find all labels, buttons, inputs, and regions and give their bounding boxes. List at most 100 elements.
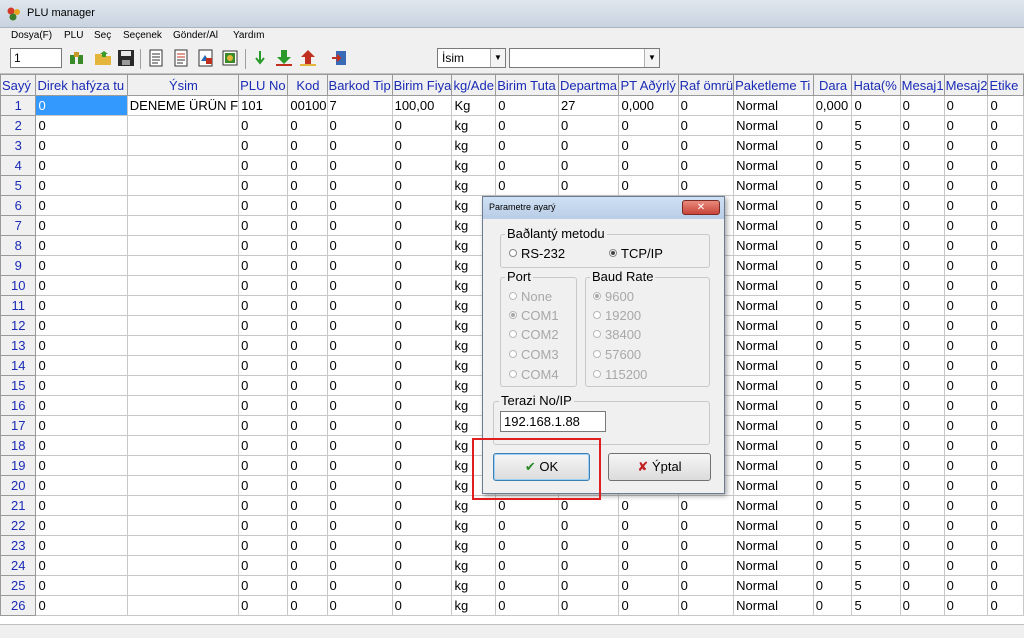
table-cell[interactable]	[126, 435, 240, 456]
table-cell[interactable]	[126, 335, 240, 356]
table-cell[interactable]: Normal	[733, 95, 814, 116]
table-cell[interactable]: 0	[987, 475, 1024, 496]
table-cell[interactable]: 0	[899, 315, 945, 336]
table-cell[interactable]: 0	[943, 275, 989, 296]
table-cell[interactable]: 5	[851, 375, 901, 396]
table-cell[interactable]: 5	[851, 175, 901, 196]
table-cell[interactable]: 0	[326, 255, 393, 276]
table-cell[interactable]: 0	[326, 235, 393, 256]
table-cell[interactable]: 0	[557, 175, 620, 196]
table-row[interactable]: 25 0 0 0 0 0 kg 0 0 0 0 Normal 0 5 0 0 0	[0, 575, 1024, 596]
table-cell[interactable]: 0	[812, 395, 853, 416]
table-cell[interactable]: 0	[238, 575, 289, 596]
table-cell[interactable]: 0	[287, 515, 328, 536]
radio-rs232[interactable]: RS-232	[509, 246, 565, 261]
column-header[interactable]: Direk hafýza tu	[35, 74, 128, 96]
table-cell[interactable]: 0	[987, 275, 1024, 296]
table-cell[interactable]: 0	[326, 175, 393, 196]
table-cell[interactable]: 0	[987, 235, 1024, 256]
table-cell[interactable]: 5	[851, 215, 901, 236]
table-cell[interactable]: 0	[287, 215, 328, 236]
table-cell[interactable]: 0	[899, 335, 945, 356]
table-cell[interactable]: 0	[287, 135, 328, 156]
table-cell[interactable]: 5	[851, 235, 901, 256]
table-cell[interactable]: 0	[943, 555, 989, 576]
table-row[interactable]: 4 0 0 0 0 0 kg 0 0 0 0 Normal 0 5 0 0 0	[0, 155, 1024, 176]
table-cell[interactable]: 0	[287, 315, 328, 336]
table-cell[interactable]: Normal	[733, 475, 814, 496]
table-cell[interactable]: 0	[287, 115, 328, 136]
table-cell[interactable]: 0	[812, 515, 853, 536]
table-cell[interactable]: DENEME ÜRÜN F	[126, 95, 240, 116]
table-cell[interactable]: 0	[987, 575, 1024, 596]
table-cell[interactable]: 5	[851, 575, 901, 596]
table-row[interactable]: 2 0 0 0 0 0 kg 0 0 0 0 Normal 0 5 0 0 0	[0, 115, 1024, 136]
table-cell[interactable]: 0	[287, 175, 328, 196]
table-cell[interactable]: 0	[35, 475, 128, 496]
download-icon[interactable]	[275, 49, 293, 67]
table-cell[interactable]: 0	[238, 495, 289, 516]
table-cell[interactable]: 0	[391, 575, 453, 596]
table-cell[interactable]: 0	[391, 435, 453, 456]
table-cell[interactable]: 0	[812, 555, 853, 576]
table-cell[interactable]: 0	[391, 155, 453, 176]
search-select[interactable]: ▼	[509, 48, 660, 68]
table-cell[interactable]: kg	[451, 175, 497, 196]
table-cell[interactable]: 0	[391, 475, 453, 496]
table-cell[interactable]: 0	[391, 355, 453, 376]
table-cell[interactable]: 0	[495, 135, 559, 156]
table-cell[interactable]: 5	[851, 455, 901, 476]
table-cell[interactable]: 0	[326, 375, 393, 396]
table-row[interactable]: 1 0 DENEME ÜRÜN F 101 00100 7 100,00 Kg 0 27 0,000…	[0, 95, 1024, 116]
chevron-down-icon[interactable]: ▼	[644, 49, 659, 67]
table-cell[interactable]: Normal	[733, 135, 814, 156]
table-cell[interactable]: 0	[238, 275, 289, 296]
table-cell[interactable]: 5	[851, 495, 901, 516]
table-cell[interactable]: 0	[35, 175, 128, 196]
table-cell[interactable]: Normal	[733, 555, 814, 576]
table-cell[interactable]: 5	[851, 415, 901, 436]
table-cell[interactable]: 5	[851, 355, 901, 376]
table-cell[interactable]: 0	[987, 195, 1024, 216]
table-cell[interactable]: 0	[238, 335, 289, 356]
table-cell[interactable]: 0	[557, 595, 620, 616]
table-cell[interactable]: 0	[495, 155, 559, 176]
column-header[interactable]: Sayý	[0, 74, 37, 96]
table-cell[interactable]: 0	[287, 435, 328, 456]
table-cell[interactable]: 0	[899, 555, 945, 576]
table-cell[interactable]: Normal	[733, 295, 814, 316]
table-cell[interactable]: kg	[451, 135, 497, 156]
radio-port-com4[interactable]: COM4	[509, 367, 559, 382]
table-cell[interactable]: 0	[35, 235, 128, 256]
table-cell[interactable]: 0	[557, 535, 620, 556]
table-cell[interactable]: 0	[35, 395, 128, 416]
table-cell[interactable]: Normal	[733, 335, 814, 356]
table-cell[interactable]: 0	[238, 215, 289, 236]
table-cell[interactable]: 0	[943, 575, 989, 596]
table-cell[interactable]: 0	[987, 555, 1024, 576]
column-header[interactable]: Birim Fiya	[391, 74, 453, 96]
table-cell[interactable]: 0	[987, 175, 1024, 196]
table-cell[interactable]: 0	[287, 375, 328, 396]
table-cell[interactable]: Normal	[733, 595, 814, 616]
table-cell[interactable]: 0	[391, 255, 453, 276]
menu-dosya[interactable]: Dosya(F)	[11, 30, 52, 41]
table-cell[interactable]: 0	[677, 135, 735, 156]
table-cell[interactable]: kg	[451, 575, 497, 596]
table-cell[interactable]: 0	[943, 415, 989, 436]
table-cell[interactable]: 0	[899, 255, 945, 276]
table-cell[interactable]: 0	[391, 455, 453, 476]
table-cell[interactable]: 0	[391, 235, 453, 256]
table-cell[interactable]: 0	[238, 315, 289, 336]
table-cell[interactable]: 0	[943, 175, 989, 196]
table-cell[interactable]: 0	[899, 595, 945, 616]
radio-baud-57600[interactable]: 57600	[593, 347, 641, 362]
table-cell[interactable]: 0	[987, 255, 1024, 276]
table-cell[interactable]: 0	[326, 395, 393, 416]
table-cell[interactable]: 0	[943, 135, 989, 156]
table-cell[interactable]: Kg	[451, 95, 497, 116]
table-cell[interactable]: Normal	[733, 115, 814, 136]
table-cell[interactable]: 7	[326, 95, 393, 116]
column-header[interactable]: Mesaj1	[899, 74, 945, 96]
table-cell[interactable]: 0	[495, 595, 559, 616]
